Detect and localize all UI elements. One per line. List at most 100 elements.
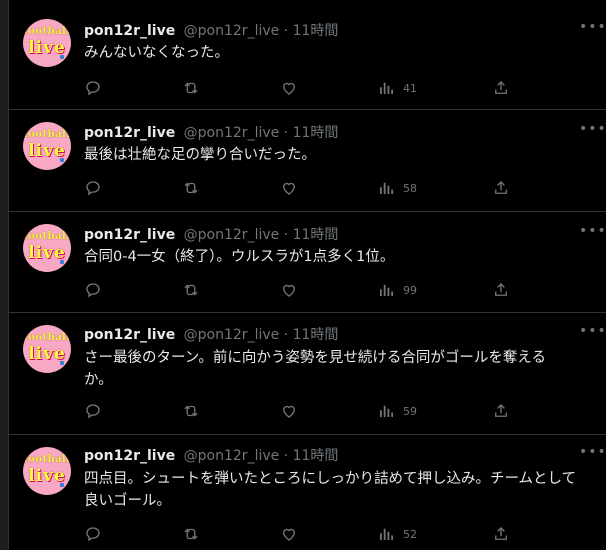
avatar-mark: [60, 361, 64, 365]
like-button[interactable]: [280, 178, 298, 198]
views-button[interactable]: 52: [377, 524, 417, 544]
like-button[interactable]: [280, 78, 298, 98]
tweet[interactable]: football live pon12r_live @pon12r_live ·…: [9, 212, 606, 313]
reply-icon: [86, 81, 100, 96]
reply-button[interactable]: [84, 524, 102, 544]
timestamp[interactable]: 11時間: [293, 327, 339, 343]
like-button[interactable]: [280, 524, 298, 544]
retweet-button[interactable]: [182, 178, 200, 198]
reply-button[interactable]: [84, 78, 102, 98]
user-handle[interactable]: @pon12r_live: [184, 327, 280, 343]
views-button[interactable]: 58: [377, 178, 417, 198]
tweet-actions: 52: [84, 524, 514, 544]
timestamp[interactable]: 11時間: [293, 227, 339, 243]
like-icon: [283, 284, 295, 297]
like-button[interactable]: [280, 401, 298, 421]
retweet-icon: [184, 284, 198, 296]
share-button[interactable]: [492, 401, 510, 421]
display-name[interactable]: pon12r_live: [84, 23, 175, 39]
user-handle[interactable]: @pon12r_live: [184, 227, 280, 243]
separator: ·: [283, 448, 289, 464]
user-handle[interactable]: @pon12r_live: [184, 23, 280, 39]
tweet[interactable]: football live pon12r_live @pon12r_live ·…: [9, 0, 606, 110]
tweet-header: pon12r_live @pon12r_live · 11時間: [84, 447, 338, 465]
reply-button[interactable]: [84, 280, 102, 300]
view-count: 59: [403, 404, 417, 418]
share-icon: [495, 181, 507, 194]
like-icon: [283, 182, 295, 195]
display-name[interactable]: pon12r_live: [84, 327, 175, 343]
view-count: 52: [403, 527, 417, 541]
views-icon: [380, 182, 394, 194]
tweet-text: 合同0-4一女（終了）。ウルスラが1点多く1位。: [84, 249, 395, 265]
views-icon: [380, 528, 394, 540]
display-name[interactable]: pon12r_live: [84, 448, 175, 464]
tweet[interactable]: football live pon12r_live @pon12r_live ·…: [9, 435, 606, 550]
like-icon: [283, 528, 295, 541]
timestamp[interactable]: 11時間: [293, 448, 339, 464]
more-options-icon[interactable]: •••: [579, 224, 606, 242]
avatar-mark: [60, 260, 64, 264]
tweet-actions: 59: [84, 401, 514, 421]
avatar-text-top: football: [23, 129, 71, 140]
separator: ·: [283, 227, 289, 243]
more-options-icon[interactable]: •••: [579, 122, 606, 140]
reply-button[interactable]: [84, 178, 102, 198]
avatar-text-top: football: [23, 26, 71, 37]
tweet-header: pon12r_live @pon12r_live · 11時間: [84, 326, 338, 344]
avatar-text-top: football: [23, 231, 71, 242]
user-handle[interactable]: @pon12r_live: [184, 448, 280, 464]
share-button[interactable]: [492, 280, 510, 300]
tweet-actions: 99: [84, 280, 514, 300]
retweet-button[interactable]: [182, 78, 200, 98]
share-button[interactable]: [492, 78, 510, 98]
like-button[interactable]: [280, 280, 298, 300]
like-icon: [283, 405, 295, 418]
more-options-icon[interactable]: •••: [579, 20, 606, 38]
like-icon: [283, 82, 295, 95]
avatar[interactable]: football live: [23, 19, 71, 67]
timestamp[interactable]: 11時間: [293, 125, 339, 141]
tweet-text: 最後は壮絶な足の攣り合いだった。: [84, 147, 316, 163]
avatar-text-top: football: [23, 332, 71, 343]
avatar[interactable]: football live: [23, 447, 71, 495]
share-icon: [495, 81, 507, 94]
retweet-button[interactable]: [182, 401, 200, 421]
share-button[interactable]: [492, 178, 510, 198]
retweet-button[interactable]: [182, 280, 200, 300]
avatar[interactable]: football live: [23, 224, 71, 272]
more-options-icon[interactable]: •••: [579, 324, 606, 342]
share-icon: [495, 527, 507, 540]
timestamp[interactable]: 11時間: [293, 23, 339, 39]
tweet[interactable]: football live pon12r_live @pon12r_live ·…: [9, 110, 606, 212]
share-button[interactable]: [492, 524, 510, 544]
retweet-button[interactable]: [182, 524, 200, 544]
display-name[interactable]: pon12r_live: [84, 125, 175, 141]
view-count: 99: [403, 283, 417, 297]
reply-icon: [86, 404, 100, 419]
views-button[interactable]: 99: [377, 280, 417, 300]
tweet-header: pon12r_live @pon12r_live · 11時間: [84, 124, 338, 142]
tweet-text: 四点目。シュートを弾いたところにしっかり詰めて押し込み。チームとして良いゴール。: [84, 471, 577, 509]
more-options-icon[interactable]: •••: [579, 445, 606, 463]
user-handle[interactable]: @pon12r_live: [184, 125, 280, 141]
tweet-header: pon12r_live @pon12r_live · 11時間: [84, 226, 338, 244]
share-icon: [495, 283, 507, 296]
separator: ·: [283, 23, 289, 39]
view-count: 58: [403, 181, 417, 195]
avatar-mark: [60, 55, 64, 59]
view-count: 41: [403, 81, 417, 95]
views-button[interactable]: 59: [377, 401, 417, 421]
reply-button[interactable]: [84, 401, 102, 421]
avatar-mark: [60, 158, 64, 162]
reply-icon: [86, 283, 100, 298]
avatar[interactable]: football live: [23, 325, 71, 373]
views-button[interactable]: 41: [377, 78, 417, 98]
display-name[interactable]: pon12r_live: [84, 227, 175, 243]
tweet-text: さー最後のターン。前に向かう姿勢を見せ続ける合同がゴールを奪えるか。: [84, 350, 546, 388]
tweet-actions: 41: [84, 78, 514, 98]
avatar[interactable]: football live: [23, 122, 71, 170]
tweet[interactable]: football live pon12r_live @pon12r_live ·…: [9, 313, 606, 435]
retweet-icon: [184, 405, 198, 417]
avatar-mark: [60, 483, 64, 487]
